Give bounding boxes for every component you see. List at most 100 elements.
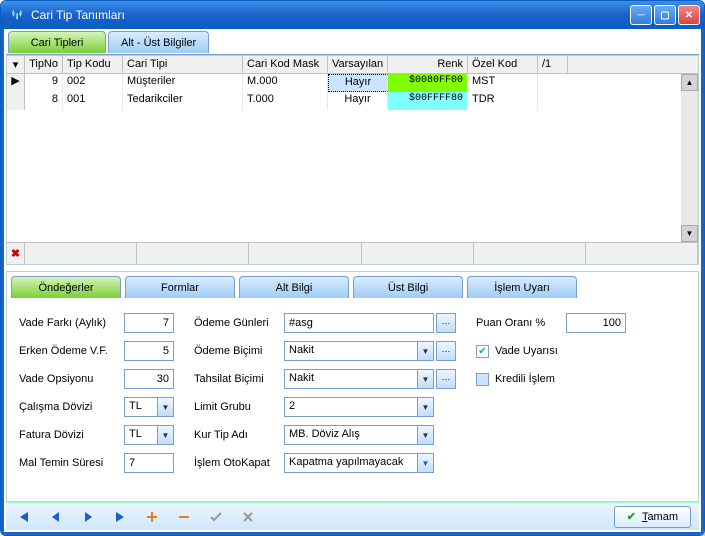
table-row[interactable]: 8001TedarikcilerT.000Hayır$00FFFF80TDR bbox=[7, 92, 698, 110]
detail-panel: Öndeğerler Formlar Alt Bilgi Üst Bilgi İ… bbox=[6, 271, 699, 502]
tab-islem-uyari[interactable]: İşlem Uyarı bbox=[467, 276, 577, 298]
cell-caritipi[interactable]: Tedarikciler bbox=[123, 92, 243, 110]
window-buttons: ─ ▢ ✕ bbox=[630, 5, 700, 25]
checkbox-kredili-islem[interactable] bbox=[476, 373, 489, 386]
col-mask[interactable]: Cari Kod Mask bbox=[243, 56, 328, 73]
label-vade-uyarisi: Vade Uyarısı bbox=[495, 345, 558, 357]
label-vade-opsiyonu: Vade Opsiyonu bbox=[19, 373, 124, 385]
minimize-button[interactable]: ─ bbox=[630, 5, 652, 25]
label-puan-orani: Puan Oranı % bbox=[476, 317, 566, 329]
last-button[interactable] bbox=[110, 507, 130, 527]
tab-alt-bilgi[interactable]: Alt Bilgi bbox=[239, 276, 349, 298]
delete-row-button[interactable]: ✖ bbox=[7, 243, 25, 264]
cell-mask[interactable]: T.000 bbox=[243, 92, 328, 110]
label-kredili-islem: Kredili İşlem bbox=[495, 373, 555, 385]
titlebar: Cari Tip Tanımları ─ ▢ ✕ bbox=[1, 1, 704, 29]
cancel-button[interactable] bbox=[238, 507, 258, 527]
input-vade-farki[interactable] bbox=[124, 313, 174, 333]
input-erken-odeme[interactable] bbox=[124, 341, 174, 361]
form-column-1: Vade Farkı (Aylık) Erken Ödeme V.F. Vade… bbox=[19, 312, 174, 493]
scroll-up[interactable]: ▲ bbox=[681, 74, 698, 91]
chevron-down-icon: ▼ bbox=[157, 426, 173, 444]
remove-button[interactable] bbox=[174, 507, 194, 527]
cell-varsayilan[interactable]: Hayır bbox=[328, 74, 388, 92]
label-vade-farki: Vade Farkı (Aylık) bbox=[19, 317, 124, 329]
grid-footer: ✖ bbox=[7, 242, 698, 264]
combo-limit-grubu[interactable]: 2▼ bbox=[284, 397, 434, 417]
cell-caritipi[interactable]: Müşteriler bbox=[123, 74, 243, 92]
label-mal-temin: Mal Temin Süresi bbox=[19, 457, 124, 469]
cell-tipkodu[interactable]: 001 bbox=[63, 92, 123, 110]
lookup-button[interactable]: ··· bbox=[436, 313, 456, 333]
add-button[interactable] bbox=[142, 507, 162, 527]
combo-odeme-bicimi[interactable]: Nakit▼ bbox=[284, 341, 434, 361]
cell-ozelkod[interactable]: MST bbox=[468, 74, 538, 92]
next-button[interactable] bbox=[78, 507, 98, 527]
chevron-down-icon: ▼ bbox=[417, 398, 433, 416]
lookup-button[interactable]: ··· bbox=[436, 341, 456, 361]
input-puan-orani[interactable] bbox=[566, 313, 626, 333]
tamam-button[interactable]: ✔TTamamamam bbox=[614, 506, 691, 528]
navigator-bar: ✔TTamamamam bbox=[6, 502, 699, 530]
check-icon: ✔ bbox=[627, 510, 636, 523]
grid: ▾ TipNo Tip Kodu Cari Tipi Cari Kod Mask… bbox=[6, 55, 699, 265]
form-column-2: Ödeme Günleri··· Ödeme BiçimiNakit▼··· T… bbox=[194, 312, 456, 493]
col-tipno[interactable]: TipNo bbox=[25, 56, 63, 73]
tab-alt-ust-bilgiler[interactable]: Alt - Üst Bilgiler bbox=[108, 31, 209, 53]
chevron-down-icon: ▼ bbox=[417, 342, 433, 360]
label-erken-odeme: Erken Ödeme V.F. bbox=[19, 345, 124, 357]
col-caritipi[interactable]: Cari Tipi bbox=[123, 56, 243, 73]
tab-cari-tipleri[interactable]: Cari Tipleri bbox=[8, 31, 106, 53]
col-tipkodu[interactable]: Tip Kodu bbox=[63, 56, 123, 73]
col-sort[interactable]: /1 bbox=[538, 56, 568, 73]
form-body: Vade Farkı (Aylık) Erken Ödeme V.F. Vade… bbox=[11, 308, 694, 497]
content-area: Cari Tipleri Alt - Üst Bilgiler ▾ TipNo … bbox=[1, 29, 704, 535]
cell-renk[interactable]: $00FFFF80 bbox=[388, 92, 468, 110]
close-button[interactable]: ✕ bbox=[678, 5, 700, 25]
tab-formlar[interactable]: Formlar bbox=[125, 276, 235, 298]
vertical-scrollbar[interactable]: ▲ ▼ bbox=[681, 74, 698, 242]
cell-tipkodu[interactable]: 002 bbox=[63, 74, 123, 92]
chevron-down-icon: ▼ bbox=[417, 426, 433, 444]
chevron-down-icon: ▼ bbox=[157, 398, 173, 416]
label-odeme-bicimi: Ödeme Biçimi bbox=[194, 345, 284, 357]
grid-header: ▾ TipNo Tip Kodu Cari Tipi Cari Kod Mask… bbox=[7, 56, 698, 74]
cell-renk[interactable]: $0080FF00 bbox=[388, 74, 468, 92]
chevron-down-icon: ▼ bbox=[417, 454, 433, 472]
first-button[interactable] bbox=[14, 507, 34, 527]
label-fatura-dovizi: Fatura Dövizi bbox=[19, 429, 124, 441]
cell-mask[interactable]: M.000 bbox=[243, 74, 328, 92]
tab-ust-bilgi[interactable]: Üst Bilgi bbox=[353, 276, 463, 298]
grid-menu-button[interactable]: ▾ bbox=[7, 56, 25, 73]
table-row[interactable]: ▶9002MüşterilerM.000Hayır$0080FF00MST bbox=[7, 74, 698, 92]
combo-kur-tip-adi[interactable]: MB. Döviz Alış▼ bbox=[284, 425, 434, 445]
cell-tipno[interactable]: 8 bbox=[25, 92, 63, 110]
app-window: Cari Tip Tanımları ─ ▢ ✕ Cari Tipleri Al… bbox=[0, 0, 705, 536]
combo-tahsilat-bicimi[interactable]: Nakit▼ bbox=[284, 369, 434, 389]
lookup-button[interactable]: ··· bbox=[436, 369, 456, 389]
bottom-tabstrip: Öndeğerler Formlar Alt Bilgi Üst Bilgi İ… bbox=[11, 276, 694, 298]
col-varsayilan[interactable]: Varsayılan bbox=[328, 56, 388, 73]
cell-varsayilan[interactable]: Hayır bbox=[328, 92, 388, 110]
input-mal-temin[interactable] bbox=[124, 453, 174, 473]
tab-ondegerler[interactable]: Öndeğerler bbox=[11, 276, 121, 298]
window-title: Cari Tip Tanımları bbox=[31, 8, 624, 22]
input-vade-opsiyonu[interactable] bbox=[124, 369, 174, 389]
app-icon bbox=[9, 7, 25, 23]
input-odeme-gunleri[interactable] bbox=[284, 313, 434, 333]
col-renk[interactable]: Renk bbox=[388, 56, 468, 73]
grid-body[interactable]: ▶9002MüşterilerM.000Hayır$0080FF00MST800… bbox=[7, 74, 698, 242]
cell-ozelkod[interactable]: TDR bbox=[468, 92, 538, 110]
scroll-down[interactable]: ▼ bbox=[681, 225, 698, 242]
cell-tipno[interactable]: 9 bbox=[25, 74, 63, 92]
col-ozelkod[interactable]: Özel Kod bbox=[468, 56, 538, 73]
confirm-button[interactable] bbox=[206, 507, 226, 527]
combo-islem-otokapat[interactable]: Kapatma yapılmayacak▼ bbox=[284, 453, 434, 473]
combo-fatura-dovizi[interactable]: TL▼ bbox=[124, 425, 174, 445]
prev-button[interactable] bbox=[46, 507, 66, 527]
maximize-button[interactable]: ▢ bbox=[654, 5, 676, 25]
combo-calisma-dovizi[interactable]: TL▼ bbox=[124, 397, 174, 417]
checkbox-vade-uyarisi[interactable]: ✔ bbox=[476, 345, 489, 358]
top-tabstrip: Cari Tipleri Alt - Üst Bilgiler bbox=[6, 31, 699, 55]
row-indicator bbox=[7, 92, 25, 110]
